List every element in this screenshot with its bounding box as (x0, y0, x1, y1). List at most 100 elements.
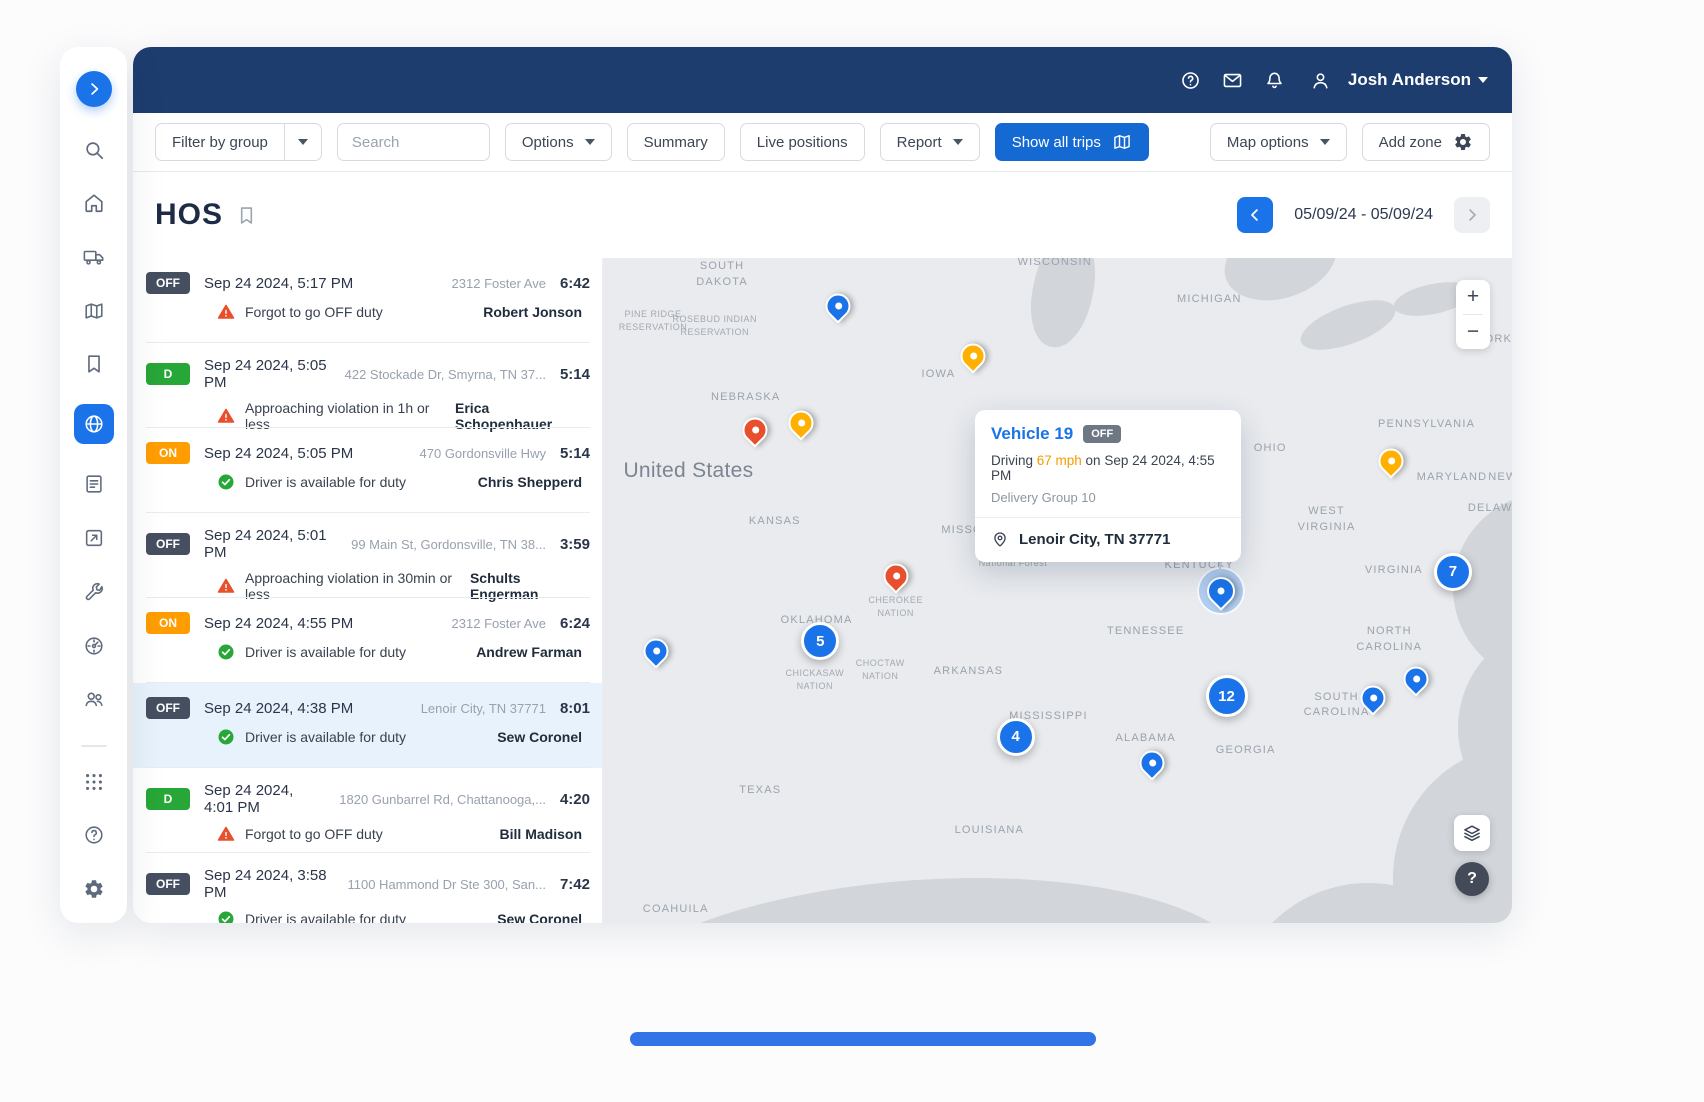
event-message: Driver is available for duty (245, 729, 406, 745)
warning-icon (217, 825, 235, 843)
hos-event-row[interactable]: ON Sep 24 2024, 4:55 PM 2312 Foster Ave … (133, 598, 602, 683)
help-icon[interactable] (1171, 60, 1211, 100)
blue-map-pin[interactable] (1398, 661, 1433, 696)
check-icon (217, 473, 235, 491)
event-time: Sep 24 2024, 4:38 PM (204, 700, 353, 717)
next-date-button[interactable] (1454, 197, 1490, 233)
map-label: United States (623, 456, 753, 486)
chevron-right-icon[interactable] (76, 71, 112, 107)
truck-icon[interactable] (74, 237, 114, 277)
map-options-label: Map options (1227, 134, 1309, 151)
map-label: MARYLAND (1417, 470, 1488, 486)
document-icon[interactable] (74, 464, 114, 504)
hos-event-row[interactable]: D Sep 24 2024, 4:01 PM 1820 Gunbarrel Rd… (133, 768, 602, 853)
event-message: Driver is available for duty (245, 911, 406, 923)
red-map-pin[interactable] (878, 558, 913, 593)
hos-event-row[interactable]: OFF Sep 24 2024, 3:58 PM 1100 Hammond Dr… (133, 853, 602, 923)
gear-icon (1453, 132, 1473, 152)
water-shape (1295, 290, 1402, 360)
blue-map-pin[interactable] (821, 288, 856, 323)
yellow-map-pin[interactable] (1373, 443, 1408, 478)
status-badge: OFF (146, 697, 190, 719)
filter-by-group-caret-button[interactable] (284, 123, 322, 161)
vehicle-link[interactable]: Vehicle 19 (991, 424, 1073, 444)
options-button[interactable]: Options (505, 123, 612, 161)
home-icon[interactable] (74, 183, 114, 223)
map-options-button[interactable]: Map options (1210, 123, 1347, 161)
water-shape (1214, 258, 1347, 314)
map-help-button[interactable]: ? (1455, 862, 1489, 896)
live-positions-button[interactable]: Live positions (740, 123, 865, 161)
map-icon[interactable] (74, 291, 114, 331)
bookmark-icon[interactable] (74, 344, 114, 384)
status-badge: OFF (146, 272, 190, 294)
globe-icon[interactable] (74, 404, 114, 444)
box-arrow-icon[interactable] (74, 518, 114, 558)
map-cluster[interactable]: 4 (997, 718, 1035, 756)
vehicle-status-badge: OFF (1083, 425, 1121, 443)
yellow-map-pin[interactable] (955, 338, 990, 373)
map-label: CHICKASAW NATION (785, 667, 844, 693)
status-badge: OFF (146, 873, 190, 895)
content-body: OFF Sep 24 2024, 5:17 PM 2312 Foster Ave… (133, 258, 1512, 923)
map-label: COAHUILA (643, 902, 709, 918)
map-label: CHOCTAW NATION (856, 657, 905, 683)
status-badge: ON (146, 442, 190, 464)
hos-event-row[interactable]: ON Sep 24 2024, 5:05 PM 470 Gordonsville… (133, 428, 602, 513)
page-title: HOS (155, 198, 223, 232)
map-cluster[interactable]: 5 (801, 622, 839, 660)
options-label: Options (522, 134, 574, 151)
summary-button[interactable]: Summary (627, 123, 725, 161)
prev-date-button[interactable] (1237, 197, 1273, 233)
map-label: TEXAS (739, 783, 781, 799)
settings-icon[interactable] (74, 869, 114, 909)
person-icon (1301, 60, 1341, 100)
event-driver: Chris Shepperd (478, 474, 582, 490)
hos-event-row[interactable]: OFF Sep 24 2024, 5:17 PM 2312 Foster Ave… (133, 258, 602, 343)
map-cluster[interactable]: 7 (1434, 553, 1472, 591)
red-map-pin[interactable] (737, 413, 772, 448)
apps-grid-icon[interactable] (74, 762, 114, 802)
event-message: Forgot to go OFF duty (245, 826, 383, 842)
yellow-map-pin[interactable] (783, 405, 818, 440)
users-icon[interactable] (74, 679, 114, 719)
summary-label: Summary (644, 134, 708, 151)
blue-map-pin[interactable] (638, 633, 673, 668)
filter-by-group-button[interactable]: Filter by group (155, 123, 285, 161)
search-input[interactable] (337, 123, 490, 161)
bookmark-icon[interactable] (236, 205, 257, 226)
map-cluster[interactable]: 12 (1206, 675, 1248, 717)
app-window: Josh Anderson Filter by group Options Su… (133, 47, 1512, 923)
user-menu[interactable]: Josh Anderson (1301, 60, 1488, 100)
hos-event-row[interactable]: OFF Sep 24 2024, 4:38 PM Lenoir City, TN… (133, 683, 602, 768)
map[interactable]: Vehicle 19 OFF Driving 67 mph on Sep 24 … (603, 258, 1512, 923)
blue-map-pin[interactable] (1134, 745, 1169, 780)
search-icon[interactable] (74, 130, 114, 170)
help-icon[interactable] (74, 815, 114, 855)
layers-button[interactable] (1454, 815, 1490, 851)
mail-icon[interactable] (1213, 60, 1253, 100)
hos-event-row[interactable]: D Sep 24 2024, 5:05 PM 422 Stockade Dr, … (133, 343, 602, 428)
map-label: NEW (1488, 470, 1512, 486)
zoom-in-button[interactable]: + (1456, 280, 1490, 314)
bell-icon[interactable] (1255, 60, 1295, 100)
hos-event-row[interactable]: OFF Sep 24 2024, 5:01 PM 99 Main St, Gor… (133, 513, 602, 598)
event-location: 422 Stockade Dr, Smyrna, TN 37... (345, 367, 546, 382)
show-all-trips-button[interactable]: Show all trips (995, 123, 1149, 161)
vehicle-activity: Driving 67 mph on Sep 24 2024, 4:55 PM (991, 453, 1225, 483)
event-duration: 5:14 (560, 366, 590, 383)
map-label: VIRGINIA (1365, 563, 1423, 579)
event-time: Sep 24 2024, 5:05 PM (204, 357, 331, 391)
wrench-icon[interactable] (74, 572, 114, 612)
blue-map-pin[interactable] (1355, 681, 1390, 716)
add-zone-button[interactable]: Add zone (1362, 123, 1490, 161)
date-range: 05/09/24 - 05/09/24 (1294, 206, 1433, 224)
tachograph-icon[interactable] (74, 626, 114, 666)
event-location: 2312 Foster Ave (452, 616, 546, 631)
event-duration: 3:59 (560, 536, 590, 553)
zoom-out-button[interactable]: − (1456, 315, 1490, 349)
event-time: Sep 24 2024, 5:01 PM (204, 527, 337, 561)
map-label: PENNSYLVANIA (1378, 417, 1475, 433)
report-button[interactable]: Report (880, 123, 980, 161)
status-badge: ON (146, 612, 190, 634)
